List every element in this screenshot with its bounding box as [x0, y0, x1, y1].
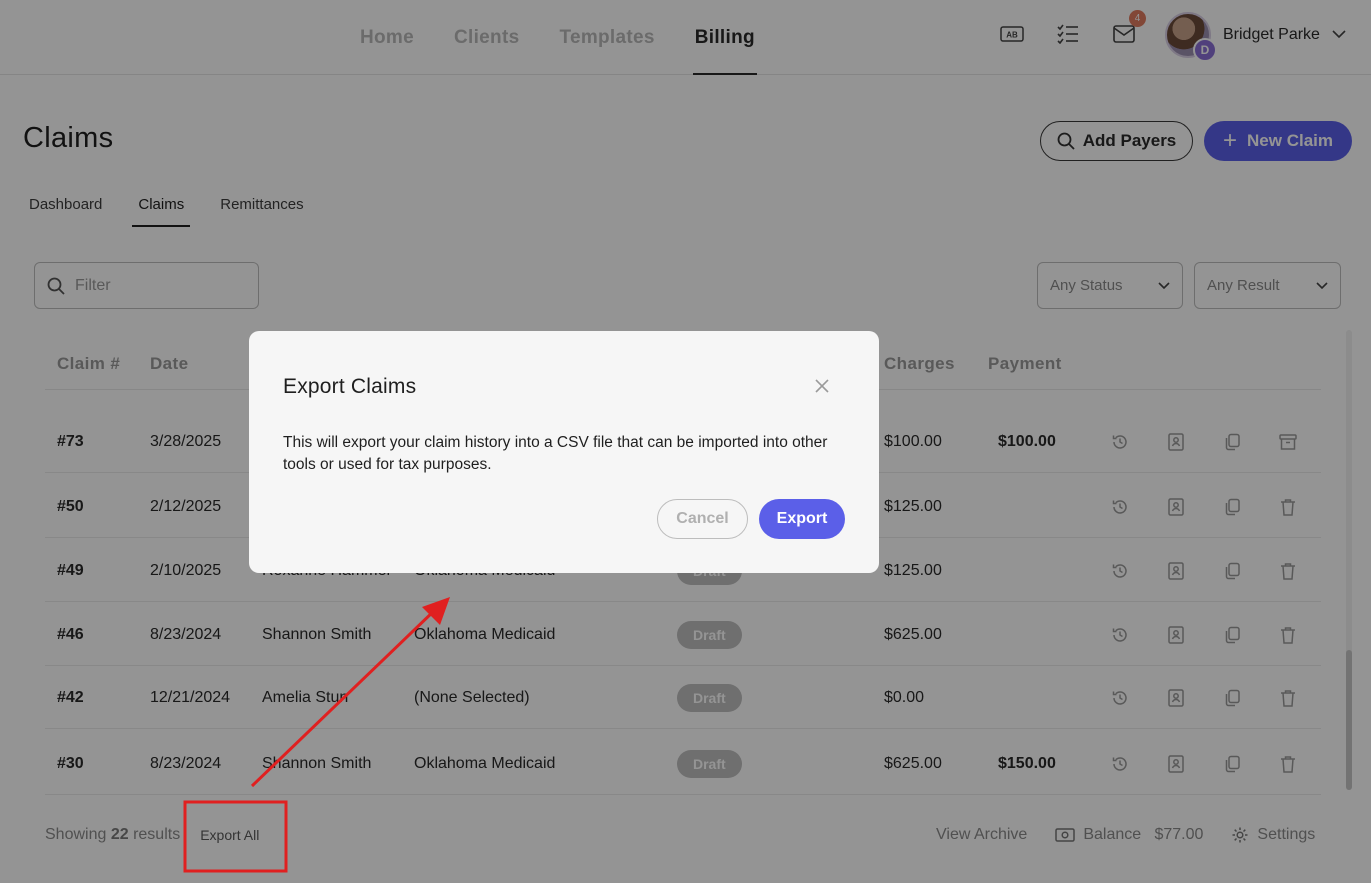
export-button[interactable]: Export: [759, 499, 845, 539]
close-icon[interactable]: [811, 375, 833, 397]
cancel-button[interactable]: Cancel: [657, 499, 748, 539]
export-claims-dialog: Export Claims This will export your clai…: [249, 331, 879, 573]
dialog-body: This will export your claim history into…: [283, 434, 828, 473]
dialog-title: Export Claims: [283, 375, 417, 398]
